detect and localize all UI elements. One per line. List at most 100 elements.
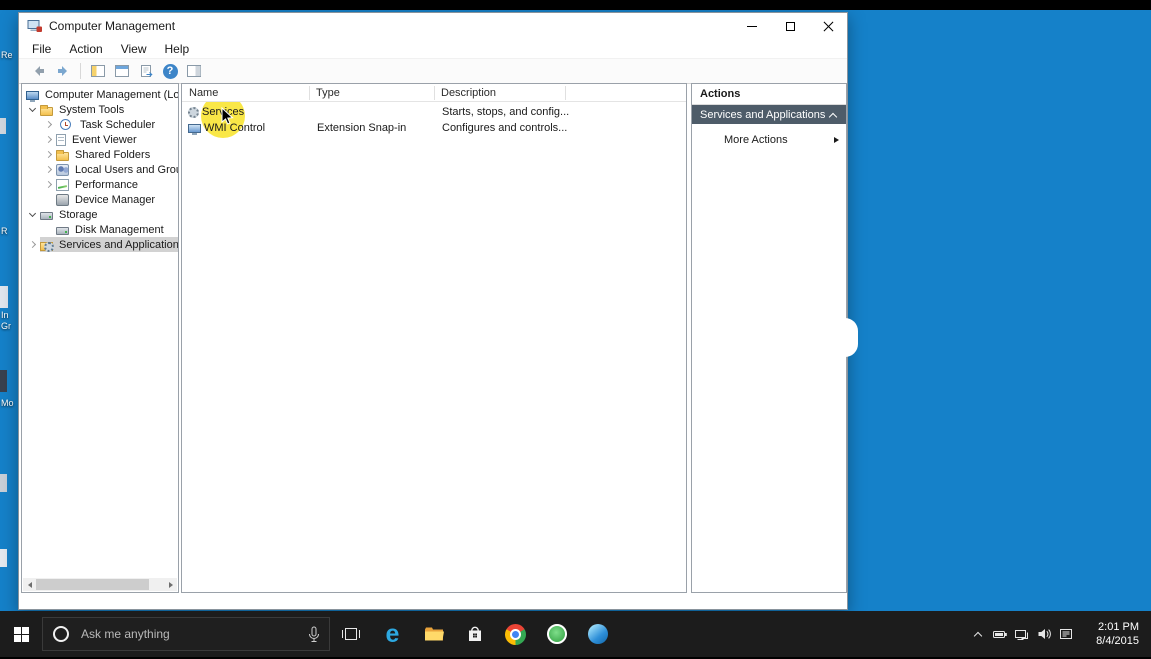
clock[interactable]: 2:01 PM 8/4/2015: [1081, 620, 1139, 648]
file-explorer-taskbar-button[interactable]: [413, 611, 454, 657]
disk-management-icon: [56, 227, 69, 235]
task-scheduler-icon: [60, 119, 71, 130]
actions-group-header[interactable]: Services and Applications: [692, 105, 846, 124]
cortana-icon: [53, 626, 69, 642]
chevron-down-icon[interactable]: [28, 210, 37, 219]
menu-view[interactable]: View: [112, 42, 156, 56]
help-button[interactable]: ?: [158, 61, 182, 82]
edge-taskbar-button[interactable]: e: [372, 611, 413, 657]
column-divider[interactable]: [309, 86, 310, 100]
list-row-wmi-control[interactable]: WMI Control Extension Snap-in Configures…: [182, 120, 686, 136]
desktop-icon-label: Mo: [1, 398, 14, 408]
console-window-button[interactable]: [110, 61, 134, 82]
store-taskbar-button[interactable]: [454, 611, 495, 657]
toolbar-separator: [80, 63, 81, 79]
list-cell-description: Starts, stops, and config...: [442, 106, 570, 118]
tree-item-shared-folders[interactable]: Shared Folders: [22, 147, 178, 162]
desktop-icon-partial[interactable]: [0, 370, 7, 392]
tree-item-label: Shared Folders: [75, 148, 151, 161]
tree-item-event-viewer[interactable]: Event Viewer: [22, 132, 178, 147]
tree-item-performance[interactable]: Performance: [22, 177, 178, 192]
tree-item-disk-management[interactable]: Disk Management: [22, 222, 178, 237]
chevron-up-icon: [974, 630, 982, 638]
mouse-cursor: [221, 106, 235, 132]
screen: Re R In Gr Mo Computer Management File A…: [0, 0, 1151, 659]
blue-app-taskbar-button[interactable]: [577, 611, 618, 657]
tree-item-services-and-applications[interactable]: Services and Applications: [22, 237, 178, 252]
titlebar[interactable]: Computer Management: [19, 13, 847, 39]
wmi-control-icon: [188, 124, 201, 135]
scroll-right-button[interactable]: [164, 578, 177, 591]
clock-time: 2:01 PM: [1098, 621, 1139, 633]
column-header-name[interactable]: Name: [182, 84, 309, 102]
chevron-right-icon[interactable]: [44, 150, 53, 159]
column-header-description[interactable]: Description: [434, 84, 565, 102]
back-button[interactable]: [27, 61, 51, 82]
list-pane: Name Type Description Services Starts, s…: [181, 83, 687, 593]
tree-item-device-manager[interactable]: Device Manager: [22, 192, 178, 207]
actions-group-label: Services and Applications: [700, 108, 826, 121]
scroll-left-button[interactable]: [23, 578, 36, 591]
battery-tray-button[interactable]: [989, 611, 1011, 657]
action-center-icon: [1060, 629, 1072, 639]
local-users-groups-icon: [56, 163, 69, 176]
column-header-type[interactable]: Type: [309, 84, 434, 102]
services-icon: [188, 106, 199, 118]
chevron-down-icon[interactable]: [28, 105, 37, 114]
device-manager-icon: [56, 193, 69, 206]
horizontal-scrollbar[interactable]: [23, 578, 177, 591]
windows-logo-icon: [13, 626, 29, 642]
tree-item-storage[interactable]: Storage: [22, 207, 178, 222]
list-row-services[interactable]: Services Starts, stops, and config...: [182, 104, 686, 120]
desktop-icon-partial[interactable]: [0, 118, 6, 134]
show-action-pane-button[interactable]: [182, 61, 206, 82]
more-actions-label: More Actions: [724, 134, 788, 146]
search-box[interactable]: Ask me anything: [42, 617, 330, 651]
show-console-tree-button[interactable]: [86, 61, 110, 82]
desktop-icon-partial[interactable]: [0, 474, 7, 492]
computer-icon: [26, 90, 39, 102]
tree-item-task-scheduler[interactable]: Task Scheduler: [22, 117, 178, 132]
menu-help[interactable]: Help: [156, 42, 199, 56]
close-button[interactable]: [809, 13, 847, 39]
edge-icon: e: [385, 619, 400, 648]
chrome-taskbar-button[interactable]: [495, 611, 536, 657]
network-tray-button[interactable]: [1011, 611, 1033, 657]
start-button[interactable]: [0, 611, 42, 657]
console-tree-pane: Computer Management (Local System Tools …: [21, 83, 179, 593]
minimize-button[interactable]: [733, 13, 771, 39]
task-view-icon: [342, 628, 360, 640]
window-title: Computer Management: [49, 19, 176, 33]
export-list-button[interactable]: [134, 61, 158, 82]
chevron-right-icon[interactable]: [44, 120, 53, 129]
tree-item-system-tools[interactable]: System Tools: [22, 102, 178, 117]
maximize-button[interactable]: [771, 13, 809, 39]
column-divider[interactable]: [434, 86, 435, 100]
scrollbar-thumb[interactable]: [36, 579, 149, 590]
tree-item-computer-management[interactable]: Computer Management (Local: [22, 87, 178, 102]
tree-item-local-users-and-groups[interactable]: Local Users and Groups: [22, 162, 178, 177]
tray-expand-button[interactable]: [967, 611, 989, 657]
chevron-right-icon[interactable]: [44, 165, 53, 174]
more-actions-item[interactable]: More Actions: [692, 131, 846, 149]
blue-app-icon: [587, 624, 608, 644]
chrome-icon: [505, 623, 526, 645]
action-center-button[interactable]: [1055, 611, 1077, 657]
menu-action[interactable]: Action: [60, 42, 111, 56]
forward-button[interactable]: [51, 61, 75, 82]
column-divider[interactable]: [565, 86, 566, 100]
chevron-right-icon[interactable]: [44, 180, 53, 189]
microphone-icon[interactable]: [307, 626, 321, 649]
task-view-button[interactable]: [330, 611, 372, 657]
chevron-up-icon[interactable]: [830, 112, 837, 119]
chevron-right-icon[interactable]: [28, 240, 37, 249]
green-app-taskbar-button[interactable]: [536, 611, 577, 657]
volume-tray-button[interactable]: [1033, 611, 1055, 657]
menu-file[interactable]: File: [23, 42, 60, 56]
tree-item-label: Local Users and Groups: [75, 163, 178, 176]
desktop-icon-partial[interactable]: [0, 549, 7, 567]
chevron-right-icon[interactable]: [44, 135, 53, 144]
list-cell-type: Extension Snap-in: [317, 122, 407, 134]
tree-item-label: System Tools: [59, 103, 125, 116]
desktop-icon-partial[interactable]: [0, 286, 8, 308]
